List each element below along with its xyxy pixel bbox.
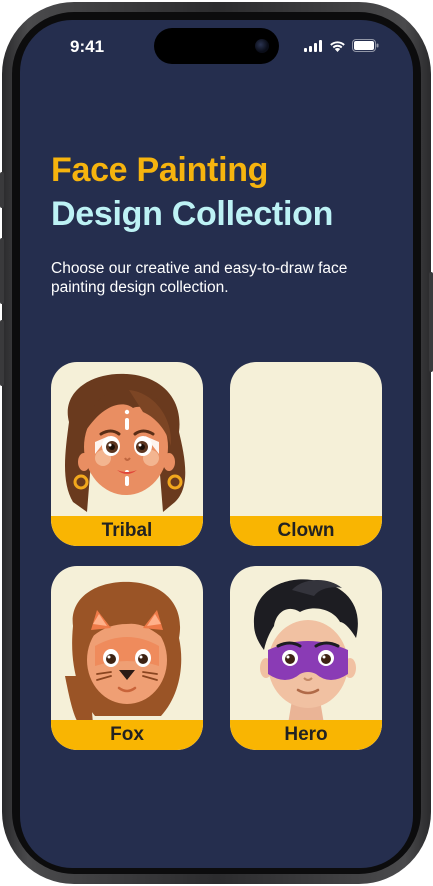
tribal-face-illustration — [65, 373, 186, 512]
design-card-label: Clown — [230, 516, 382, 546]
status-icons — [304, 39, 379, 52]
title-line-2: Design Collection — [51, 195, 334, 233]
volume-up-button — [0, 238, 4, 304]
design-card-label: Tribal — [51, 516, 203, 546]
camera-icon — [255, 39, 269, 53]
design-card-fox[interactable]: Fox — [51, 566, 203, 750]
page-subtitle: Choose our creative and easy-to-draw fac… — [51, 260, 348, 296]
design-card-label: Fox — [51, 720, 203, 750]
design-card-clown[interactable]: Clown — [230, 362, 382, 546]
power-button — [429, 272, 433, 372]
volume-down-button — [0, 320, 4, 386]
design-card-tribal[interactable]: Tribal — [51, 362, 203, 546]
dynamic-island — [154, 28, 279, 64]
hero-face-illustration — [253, 579, 358, 724]
title-line-1: Face Painting — [51, 151, 269, 189]
app-screen: 9:41 Face Painting Design Collection Cho… — [20, 20, 413, 868]
page-title: Face Painting Design Collection — [51, 148, 333, 236]
design-card-label: Hero — [230, 720, 382, 750]
battery-icon — [352, 39, 379, 52]
status-time: 9:41 — [70, 37, 105, 56]
design-card-hero[interactable]: Hero — [230, 566, 382, 750]
fox-face-illustration — [65, 581, 182, 724]
wifi-icon — [330, 40, 345, 52]
cellular-signal-icon — [304, 39, 322, 52]
action-button — [0, 172, 4, 208]
